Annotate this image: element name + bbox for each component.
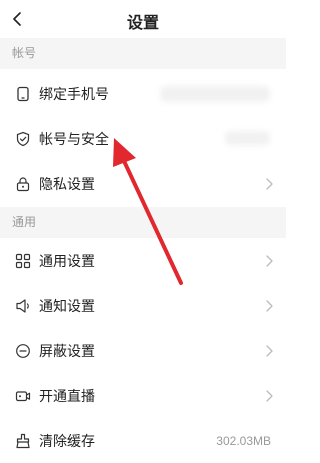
phone-icon [14, 85, 32, 103]
list-item-clear-cache[interactable]: 清除缓存 302.03MB [0, 419, 286, 463]
grid-icon [14, 252, 32, 270]
broom-icon [14, 432, 32, 450]
list-item-bind-phone[interactable]: 绑定手机号 [0, 72, 286, 116]
back-button[interactable] [0, 0, 34, 38]
section-header-account: 帐号 [0, 38, 286, 69]
list-item-label: 屏蔽设置 [39, 344, 95, 360]
blurred-value [160, 86, 270, 102]
blurred-value [225, 131, 270, 145]
page-title: 设置 [126, 13, 159, 32]
list-item-label: 通用设置 [39, 254, 95, 270]
list-item-label: 开通直播 [39, 389, 95, 405]
video-camera-icon [14, 387, 32, 405]
list-item-label: 绑定手机号 [39, 87, 109, 103]
list-item-general-settings[interactable]: 通用设置 [0, 239, 286, 283]
list-item-block-settings[interactable]: 屏蔽设置 [0, 329, 286, 373]
lock-icon [14, 175, 32, 193]
list-item-label: 隐私设置 [39, 177, 95, 193]
speaker-icon [14, 297, 32, 315]
chevron-right-icon [266, 300, 273, 312]
list-item-notification-settings[interactable]: 通知设置 [0, 284, 286, 328]
section-header-general: 通用 [0, 207, 286, 238]
list-item-label: 帐号与安全 [39, 132, 109, 148]
chevron-right-icon [266, 255, 273, 267]
chevron-right-icon [266, 345, 273, 357]
list-item-account-security[interactable]: 帐号与安全 [0, 117, 286, 161]
shield-check-icon [14, 130, 32, 148]
list-item-privacy[interactable]: 隐私设置 [0, 162, 286, 206]
list-item-label: 通知设置 [39, 299, 95, 315]
top-bar: 设置 [0, 0, 286, 38]
list-item-label: 清除缓存 [39, 434, 95, 450]
chevron-right-icon [266, 390, 273, 402]
chevron-right-icon [266, 178, 273, 190]
list-item-start-live[interactable]: 开通直播 [0, 374, 286, 418]
cache-size-value: 302.03MB [216, 434, 271, 448]
back-arrow-icon [13, 12, 21, 26]
minus-circle-icon [14, 342, 32, 360]
